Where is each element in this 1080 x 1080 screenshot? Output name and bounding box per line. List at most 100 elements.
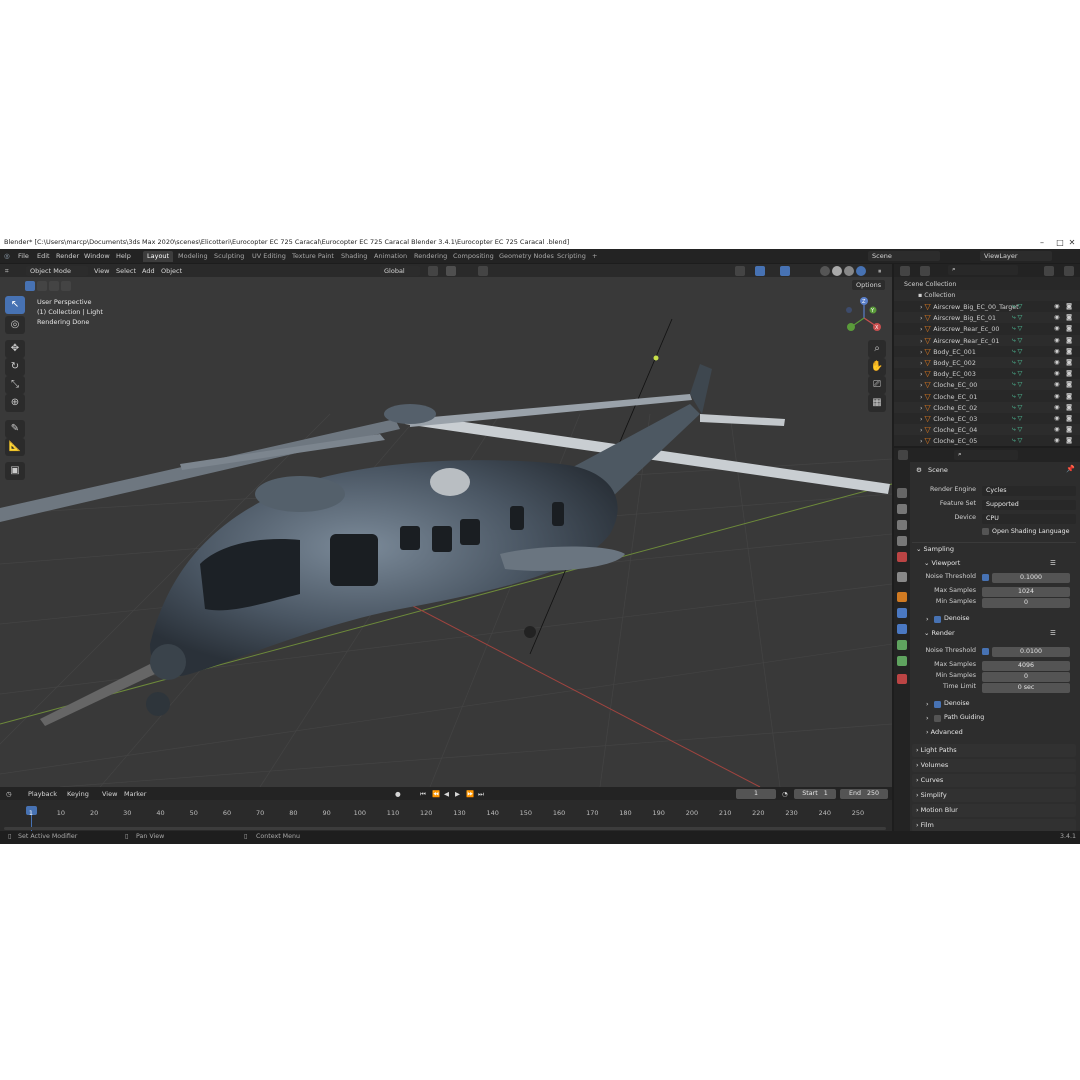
visibility-eye-icon[interactable]: ◉ (1054, 368, 1060, 379)
outliner-search-input[interactable]: ⌕ (948, 265, 1018, 275)
r-max-samples-field[interactable]: 4096 (982, 661, 1070, 671)
outliner-item[interactable]: › ▽ Cloche_EC_04 ⤷ ▽ ◉ ◙ (894, 424, 1080, 436)
render-camera-icon[interactable]: ◙ (1066, 435, 1072, 446)
properties-subpanel-header[interactable]: › Film (912, 819, 1076, 831)
move-tool-icon[interactable]: ✥ (5, 340, 25, 358)
timeline-editor[interactable]: ◷ Playback Keying View Marker ● ⏮ ⏪ ◀ ▶ … (0, 787, 892, 832)
cursor-tool-icon[interactable]: ◎ (5, 316, 25, 334)
vp-denoise-checkbox[interactable] (934, 616, 941, 623)
render-camera-icon[interactable]: ◙ (1066, 346, 1072, 357)
render-camera-icon[interactable]: ◙ (1066, 323, 1072, 334)
timeline-editor-icon[interactable]: ◷ (6, 789, 12, 799)
outliner-item[interactable]: › ▽ Airscrew_Rear_Ec_01 ⤷ ▽ ◉ ◙ (894, 334, 1080, 346)
outliner-item[interactable]: › ▽ Cloche_EC_03 ⤷ ▽ ◉ ◙ (894, 413, 1080, 424)
outliner-item[interactable]: › ▽ Body_EC_002 ⤷ ▽ ◉ ◙ (894, 357, 1080, 368)
vp-min-samples-field[interactable]: 0 (982, 598, 1070, 608)
jump-end-icon[interactable]: ⏭ (478, 789, 484, 799)
select-box-mode-icon[interactable] (25, 281, 35, 291)
clock-icon[interactable]: ◔ (782, 789, 788, 799)
outliner-item[interactable]: › ▽ Cloche_EC_02 ⤷ ▽ ◉ ◙ (894, 401, 1080, 413)
physics-tab-icon[interactable] (897, 624, 907, 634)
viewport-subpanel-header[interactable]: ⌄ Viewport (924, 559, 960, 567)
record-icon[interactable]: ● (395, 789, 401, 799)
tab-sculpting[interactable]: Sculpting (210, 251, 248, 262)
start-frame-field[interactable]: Start 1 (794, 789, 836, 799)
tab-animation[interactable]: Animation (370, 251, 411, 262)
select-tool-icon[interactable]: ↖ (5, 296, 25, 314)
gizmo-toggle-icon[interactable] (755, 266, 765, 276)
tab-modeling[interactable]: Modeling (174, 251, 212, 262)
tab-texture-paint[interactable]: Texture Paint (288, 251, 338, 262)
mesh-data-icon[interactable]: ⤷ ▽ (1012, 346, 1022, 357)
timeline-scrollbar[interactable] (4, 827, 886, 830)
viewport-presets-icon[interactable]: ☰ (1050, 559, 1056, 567)
select-extend-mode-icon[interactable] (37, 281, 47, 291)
render-camera-icon[interactable]: ◙ (1066, 357, 1072, 368)
outliner-item[interactable]: › ▽ Airscrew_Rear_Ec_00 ⤷ ▽ ◉ ◙ (894, 323, 1080, 334)
menu-marker[interactable]: Marker (124, 789, 146, 799)
pivot-icon[interactable] (428, 266, 438, 276)
vp-noise-threshold-checkbox[interactable] (982, 574, 989, 581)
outliner-item[interactable]: › ▽ Body_EC_001 ⤷ ▽ ◉ ◙ (894, 346, 1080, 357)
vp-max-samples-field[interactable]: 1024 (982, 587, 1070, 597)
r-noise-threshold-checkbox[interactable] (982, 648, 989, 655)
transform-orientation-dropdown[interactable]: Global (380, 266, 420, 276)
render-camera-icon[interactable]: ◙ (1066, 379, 1072, 390)
tab-scripting[interactable]: Scripting (553, 251, 590, 262)
mesh-data-icon[interactable]: ⤷ ▽ (1012, 368, 1022, 379)
render-camera-icon[interactable]: ◙ (1066, 301, 1072, 312)
proportional-edit-icon[interactable] (478, 266, 488, 276)
editor-type-icon[interactable]: ⌗ (5, 266, 9, 276)
helicopter-model[interactable] (0, 364, 890, 726)
tool-tab-icon[interactable] (897, 488, 907, 498)
menu-edit[interactable]: Edit (37, 251, 50, 261)
visibility-eye-icon[interactable]: ◉ (1054, 413, 1060, 424)
mesh-data-icon[interactable]: ⤷ ▽ (1012, 391, 1022, 402)
play-icon[interactable]: ▶ (455, 789, 460, 799)
collection-row[interactable]: ▪ Collection (894, 290, 1080, 301)
vp-noise-threshold-field[interactable]: 0.1000 (992, 573, 1070, 583)
outliner-item[interactable]: › ▽ Cloche_EC_00 ⤷ ▽ ◉ ◙ (894, 379, 1080, 391)
world-tab-icon[interactable] (897, 572, 907, 582)
object-tab-icon[interactable] (897, 592, 907, 602)
menu-keying[interactable]: Keying (67, 789, 89, 799)
visibility-eye-icon[interactable]: ◉ (1054, 301, 1060, 312)
render-camera-icon[interactable]: ◙ (1066, 391, 1072, 402)
properties-subpanel-header[interactable]: › Motion Blur (912, 804, 1076, 817)
mesh-data-icon[interactable]: ⤷ ▽ (1012, 301, 1022, 312)
r-denoise-expander[interactable]: › (926, 700, 929, 708)
view-layer-tab-icon[interactable] (897, 536, 907, 546)
scene-tab-icon[interactable] (897, 552, 907, 562)
current-frame-field[interactable]: 1 (736, 789, 776, 799)
material-shading-icon[interactable] (844, 266, 854, 276)
menu-view[interactable]: View (94, 266, 109, 276)
mesh-data-icon[interactable]: ⤷ ▽ (1012, 413, 1022, 424)
add-cube-tool-icon[interactable]: ▣ (5, 462, 25, 480)
transform-tool-icon[interactable]: ⊕ (5, 394, 25, 412)
render-camera-icon[interactable]: ◙ (1066, 312, 1072, 323)
render-camera-icon[interactable]: ◙ (1066, 368, 1072, 379)
osl-checkbox[interactable] (982, 528, 989, 535)
mesh-data-icon[interactable]: ⤷ ▽ (1012, 379, 1022, 390)
rendered-shading-icon[interactable] (856, 266, 866, 276)
tab-uv-editing[interactable]: UV Editing (248, 251, 290, 262)
minimize-button[interactable]: – (1032, 236, 1052, 249)
pin-icon[interactable]: 📌 (1066, 465, 1076, 475)
solid-shading-icon[interactable] (832, 266, 842, 276)
properties-editor-icon[interactable] (898, 450, 908, 460)
close-button[interactable]: ✕ (1062, 236, 1080, 249)
jump-keyframe-forward-icon[interactable]: ⏩ (466, 789, 474, 799)
snap-icon[interactable] (446, 266, 456, 276)
menu-playback[interactable]: Playback (28, 789, 57, 799)
options-dropdown[interactable]: Options (852, 280, 886, 290)
render-camera-icon[interactable]: ◙ (1066, 335, 1072, 346)
menu-help[interactable]: Help (116, 251, 131, 261)
camera-view-icon[interactable]: ⎚ (868, 376, 886, 394)
visibility-eye-icon[interactable]: ◉ (1054, 391, 1060, 402)
object-data-tab-icon[interactable] (897, 656, 907, 666)
time-limit-field[interactable]: 0 sec (982, 683, 1070, 693)
visibility-eye-icon[interactable]: ◉ (1054, 379, 1060, 390)
vp-denoise-expander[interactable]: › (926, 615, 929, 623)
properties-subpanel-header[interactable]: › Light Paths (912, 744, 1076, 757)
advanced-subpanel-header[interactable]: › Advanced (926, 728, 963, 736)
